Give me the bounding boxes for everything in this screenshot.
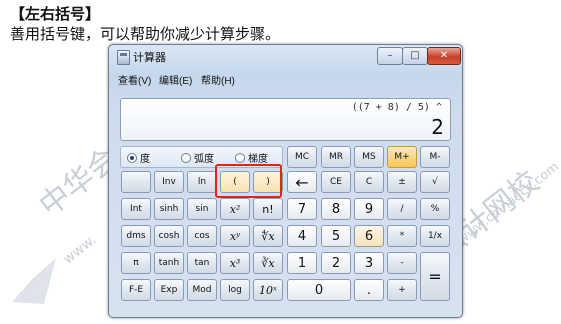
- menu-bar: 查看(V) 编辑(E) 帮助(H): [109, 71, 462, 87]
- radio-degrees[interactable]: 度: [127, 150, 150, 165]
- digit-2-button[interactable]: 2: [321, 252, 351, 274]
- cosh-button[interactable]: cosh: [154, 225, 184, 247]
- factorial-button[interactable]: n!: [253, 198, 283, 220]
- ln-button[interactable]: ln: [187, 171, 217, 193]
- y-root-x-button[interactable]: ∜x: [253, 225, 283, 247]
- x-squared-button[interactable]: x²: [220, 198, 250, 220]
- digit-9-button[interactable]: 9: [354, 198, 384, 220]
- mr-button[interactable]: MR: [321, 146, 351, 168]
- x-power-y-button[interactable]: xʸ: [220, 225, 250, 247]
- calculator-display: ((7 + 8) / 5) ^ 2: [120, 98, 451, 141]
- inv-button[interactable]: Inv: [154, 171, 184, 193]
- digit-0-button[interactable]: 0: [287, 279, 351, 301]
- digit-7-button[interactable]: 7: [287, 198, 317, 220]
- pi-button[interactable]: π: [121, 252, 151, 274]
- sin-button[interactable]: sin: [187, 198, 217, 220]
- menu-edit[interactable]: 编辑(E): [159, 72, 192, 87]
- percent-button[interactable]: %: [420, 198, 450, 220]
- parentheses-highlight-box: [215, 164, 282, 198]
- cos-button[interactable]: cos: [187, 225, 217, 247]
- radio-radians-label: 弧度: [194, 154, 214, 165]
- ten-power-x-button[interactable]: 10ˣ: [253, 279, 283, 301]
- radio-unselected-icon: [235, 153, 245, 163]
- radio-selected-icon: [127, 153, 137, 163]
- sinh-button[interactable]: sinh: [154, 198, 184, 220]
- multiply-button[interactable]: *: [387, 225, 417, 247]
- watermark-url-right: www.chinaacc.com: [455, 159, 561, 248]
- backspace-button[interactable]: ←: [287, 171, 317, 193]
- divide-button[interactable]: /: [387, 198, 417, 220]
- c-button[interactable]: C: [354, 171, 384, 193]
- digit-1-button[interactable]: 1: [287, 252, 317, 274]
- tanh-button[interactable]: tanh: [154, 252, 184, 274]
- plus-minus-button[interactable]: ±: [387, 171, 417, 193]
- digit-8-button[interactable]: 8: [321, 198, 351, 220]
- window-title: 计算器: [133, 51, 166, 64]
- radio-degrees-label: 度: [140, 154, 150, 165]
- watermark-logo-icon: [12, 258, 56, 304]
- watermark-url-left: www.: [60, 231, 100, 268]
- menu-view[interactable]: 查看(V): [118, 72, 151, 87]
- reciprocal-button[interactable]: 1/x: [420, 225, 450, 247]
- calculator-window: 计算器 – □ ✕ 查看(V) 编辑(E) 帮助(H) ((7 + 8) / 5…: [108, 44, 463, 318]
- close-button[interactable]: ✕: [427, 47, 461, 65]
- exp-button[interactable]: Exp: [154, 279, 184, 301]
- mc-button[interactable]: MC: [287, 146, 317, 168]
- radio-radians[interactable]: 弧度: [181, 150, 214, 165]
- minimize-button[interactable]: –: [377, 47, 403, 65]
- tan-button[interactable]: tan: [187, 252, 217, 274]
- m-minus-button[interactable]: M-: [420, 146, 450, 168]
- decimal-button[interactable]: .: [354, 279, 384, 301]
- m-plus-button[interactable]: M+: [387, 146, 417, 168]
- subtract-button[interactable]: -: [387, 252, 417, 274]
- title-bar[interactable]: 计算器 – □ ✕: [109, 45, 462, 67]
- f-e-button[interactable]: F-E: [121, 279, 151, 301]
- section-heading: 【左右括号】: [10, 5, 101, 23]
- digit-5-button[interactable]: 5: [321, 225, 351, 247]
- digit-6-button[interactable]: 6: [354, 225, 384, 247]
- instruction-paragraph: 善用括号键，可以帮助你减少计算步骤。: [10, 25, 281, 43]
- maximize-button[interactable]: □: [402, 47, 428, 65]
- result-readout: 2: [431, 115, 444, 139]
- menu-help[interactable]: 帮助(H): [201, 72, 235, 87]
- radio-gradians[interactable]: 梯度: [235, 150, 268, 165]
- dms-button[interactable]: dms: [121, 225, 151, 247]
- int-button[interactable]: Int: [121, 198, 151, 220]
- equals-button[interactable]: =: [420, 252, 450, 301]
- x-cubed-button[interactable]: x³: [220, 252, 250, 274]
- ms-button[interactable]: MS: [354, 146, 384, 168]
- calculator-app-icon: [117, 50, 130, 65]
- digit-3-button[interactable]: 3: [354, 252, 384, 274]
- log-button[interactable]: log: [220, 279, 250, 301]
- cube-root-button[interactable]: ∛x: [253, 252, 283, 274]
- blank-button[interactable]: [121, 171, 151, 193]
- radio-unselected-icon: [181, 153, 191, 163]
- ce-button[interactable]: CE: [321, 171, 351, 193]
- mod-button[interactable]: Mod: [187, 279, 217, 301]
- expression-readout: ((7 + 8) / 5) ^: [351, 102, 442, 113]
- add-button[interactable]: +: [387, 279, 417, 301]
- sqrt-button[interactable]: √: [420, 171, 450, 193]
- digit-4-button[interactable]: 4: [287, 225, 317, 247]
